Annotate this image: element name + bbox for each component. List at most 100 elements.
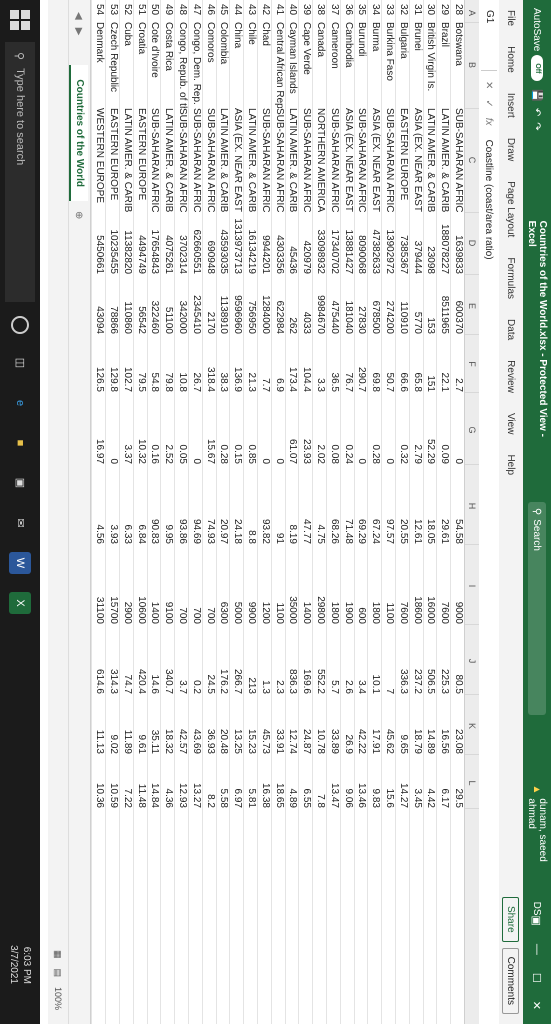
table-cell[interactable]: 42.57 [175, 698, 189, 754]
table-cell[interactable]: 13902972 [382, 212, 396, 275]
table-cell[interactable]: 0.28 [217, 396, 231, 464]
table-cell[interactable]: 6.33 [120, 468, 134, 544]
column-header[interactable]: B [465, 22, 479, 109]
table-cell[interactable]: Burundi [355, 22, 369, 108]
column-header[interactable]: F [465, 336, 479, 393]
table-cell[interactable]: 20.48 [217, 698, 231, 754]
add-sheet-icon[interactable]: ⊕ [74, 211, 85, 219]
table-cell[interactable]: 700 [189, 548, 203, 624]
row-number[interactable]: 44 [230, 4, 244, 22]
table-cell[interactable]: 61.07 [286, 396, 300, 464]
table-cell[interactable]: Costa Rica [161, 22, 175, 108]
table-cell[interactable]: Bulgaria [396, 22, 410, 108]
table-row[interactable]: 32 Bulgaria EASTERN EUROPE 7385367 110910 66.… [395, 0, 410, 1024]
close-icon[interactable]: ✕ [531, 1001, 544, 1010]
table-cell[interactable]: 97.57 [382, 468, 396, 544]
table-cell[interactable]: 5770 [410, 278, 424, 334]
table-cell[interactable]: 45.62 [382, 698, 396, 754]
table-cell[interactable]: Denmark [92, 22, 106, 108]
table-cell[interactable]: 45436 [286, 212, 300, 274]
table-cell[interactable]: 1400 [148, 548, 162, 624]
table-cell[interactable]: 3702314 [175, 212, 189, 274]
table-cell[interactable]: 10235455 [106, 212, 120, 275]
table-cell[interactable]: Cambodia [341, 22, 355, 108]
table-row[interactable]: 36 Cambodia ASIA (EX. NEAR EAST) 13881427 18… [339, 0, 355, 1024]
table-cell[interactable]: 12.61 [410, 468, 424, 544]
table-cell[interactable]: 36.5 [327, 336, 341, 392]
table-cell[interactable]: 54.8 [148, 336, 162, 392]
table-row[interactable]: 46 Comoros SUB-SAHARAN AFRICA 690948 2170 318… [201, 0, 217, 1024]
table-cell[interactable]: 6.55 [299, 758, 313, 808]
tab-view[interactable]: View [506, 403, 517, 445]
table-cell[interactable]: 69.29 [355, 468, 369, 544]
table-cell[interactable]: 33.89 [327, 698, 341, 754]
table-cell[interactable]: LATIN AMER. & CARIB [244, 108, 258, 212]
table-cell[interactable]: 1100 [272, 548, 286, 624]
table-cell[interactable]: 8511965 [437, 278, 451, 334]
table-cell[interactable]: Brazil [437, 22, 451, 108]
table-cell[interactable]: 7 [382, 628, 396, 694]
table-row[interactable]: 44 China ASIA (EX. NEAR EAST) 1313973713 959… [229, 0, 245, 1024]
column-header[interactable]: E [465, 278, 479, 335]
table-cell[interactable]: 15700 [106, 548, 120, 624]
tab-file[interactable]: File [506, 0, 517, 36]
table-cell[interactable]: 11.13 [92, 698, 106, 754]
table-cell[interactable]: SUB-SAHARAN AFRICA [355, 108, 369, 212]
table-cell[interactable]: 9900 [244, 548, 258, 624]
table-cell[interactable]: 1200 [258, 548, 272, 624]
table-cell[interactable]: Cote d'Ivoire [148, 22, 162, 108]
table-cell[interactable]: 5.7 [327, 628, 341, 694]
table-cell[interactable]: Central African Rep. [272, 22, 286, 108]
table-cell[interactable]: 14.89 [424, 698, 438, 754]
table-row[interactable]: 38 Canada NORTHERN AMERICA 33098932 9984670 3… [312, 0, 327, 1024]
table-cell[interactable]: 18600 [410, 548, 424, 624]
table-row[interactable]: 49 Costa Rica LATIN AMER. & CARIB 4075261 51… [160, 0, 176, 1024]
table-cell[interactable]: 12.74 [286, 698, 300, 754]
table-cell[interactable]: 314.3 [106, 628, 120, 694]
table-cell[interactable]: Burma [368, 22, 382, 108]
table-cell[interactable]: 1400 [299, 548, 313, 624]
table-cell[interactable]: 42.22 [355, 698, 369, 754]
table-cell[interactable]: 45.73 [258, 698, 272, 754]
table-cell[interactable]: 0.85 [244, 396, 258, 464]
name-box[interactable]: G1 [481, 6, 497, 71]
table-cell[interactable]: 2.52 [161, 396, 175, 464]
column-header[interactable]: J [465, 628, 479, 695]
table-cell[interactable]: 22.1 [437, 336, 451, 392]
normal-view-icon[interactable]: ▦ [53, 950, 64, 959]
table-cell[interactable]: 2170 [203, 278, 217, 334]
tab-data[interactable]: Data [506, 309, 517, 350]
table-cell[interactable]: 7.8 [313, 758, 327, 808]
table-row[interactable]: 53 Czech Republic EASTERN EUROPE 10235455 78… [105, 0, 120, 1024]
table-cell[interactable]: 76.7 [341, 336, 355, 392]
table-row[interactable]: 45 Colombia LATIN AMER. & CARIB 43593035 113… [215, 0, 231, 1024]
table-cell[interactable]: 4.36 [161, 758, 175, 808]
table-cell[interactable]: 3.3 [313, 336, 327, 392]
table-cell[interactable]: 1284000 [258, 278, 272, 334]
table-cell[interactable]: 18.05 [424, 468, 438, 544]
table-cell[interactable]: 6.84 [134, 468, 148, 544]
table-cell[interactable]: 9.06 [341, 758, 355, 808]
table-cell[interactable]: 290.7 [355, 336, 369, 392]
table-cell[interactable]: 237.2 [410, 628, 424, 694]
table-cell[interactable]: 4494749 [134, 212, 148, 274]
table-cell[interactable]: 4303356 [272, 212, 286, 274]
table-cell[interactable]: 0 [382, 396, 396, 464]
table-cell[interactable]: 129.8 [106, 336, 120, 392]
table-cell[interactable]: 342000 [175, 278, 189, 334]
table-cell[interactable]: 8090068 [355, 212, 369, 274]
row-number[interactable]: 31 [410, 4, 424, 22]
table-cell[interactable]: 94.69 [189, 468, 203, 544]
table-cell[interactable]: Croatia [134, 22, 148, 108]
table-cell[interactable]: 3.4 [355, 628, 369, 694]
table-cell[interactable]: 90.83 [148, 468, 162, 544]
row-number[interactable]: 29 [437, 4, 451, 22]
table-row[interactable]: 43 Chile LATIN AMER. & CARIB 16134219 756950… [243, 0, 258, 1024]
table-cell[interactable]: 67.24 [368, 468, 382, 544]
table-cell[interactable]: 54.58 [451, 468, 465, 544]
table-cell[interactable]: 18.32 [161, 698, 175, 754]
tab-draw[interactable]: Draw [506, 128, 517, 171]
table-cell[interactable]: Brunei [410, 22, 424, 108]
table-cell[interactable]: 10.78 [313, 698, 327, 754]
row-number[interactable]: 39 [299, 4, 313, 22]
